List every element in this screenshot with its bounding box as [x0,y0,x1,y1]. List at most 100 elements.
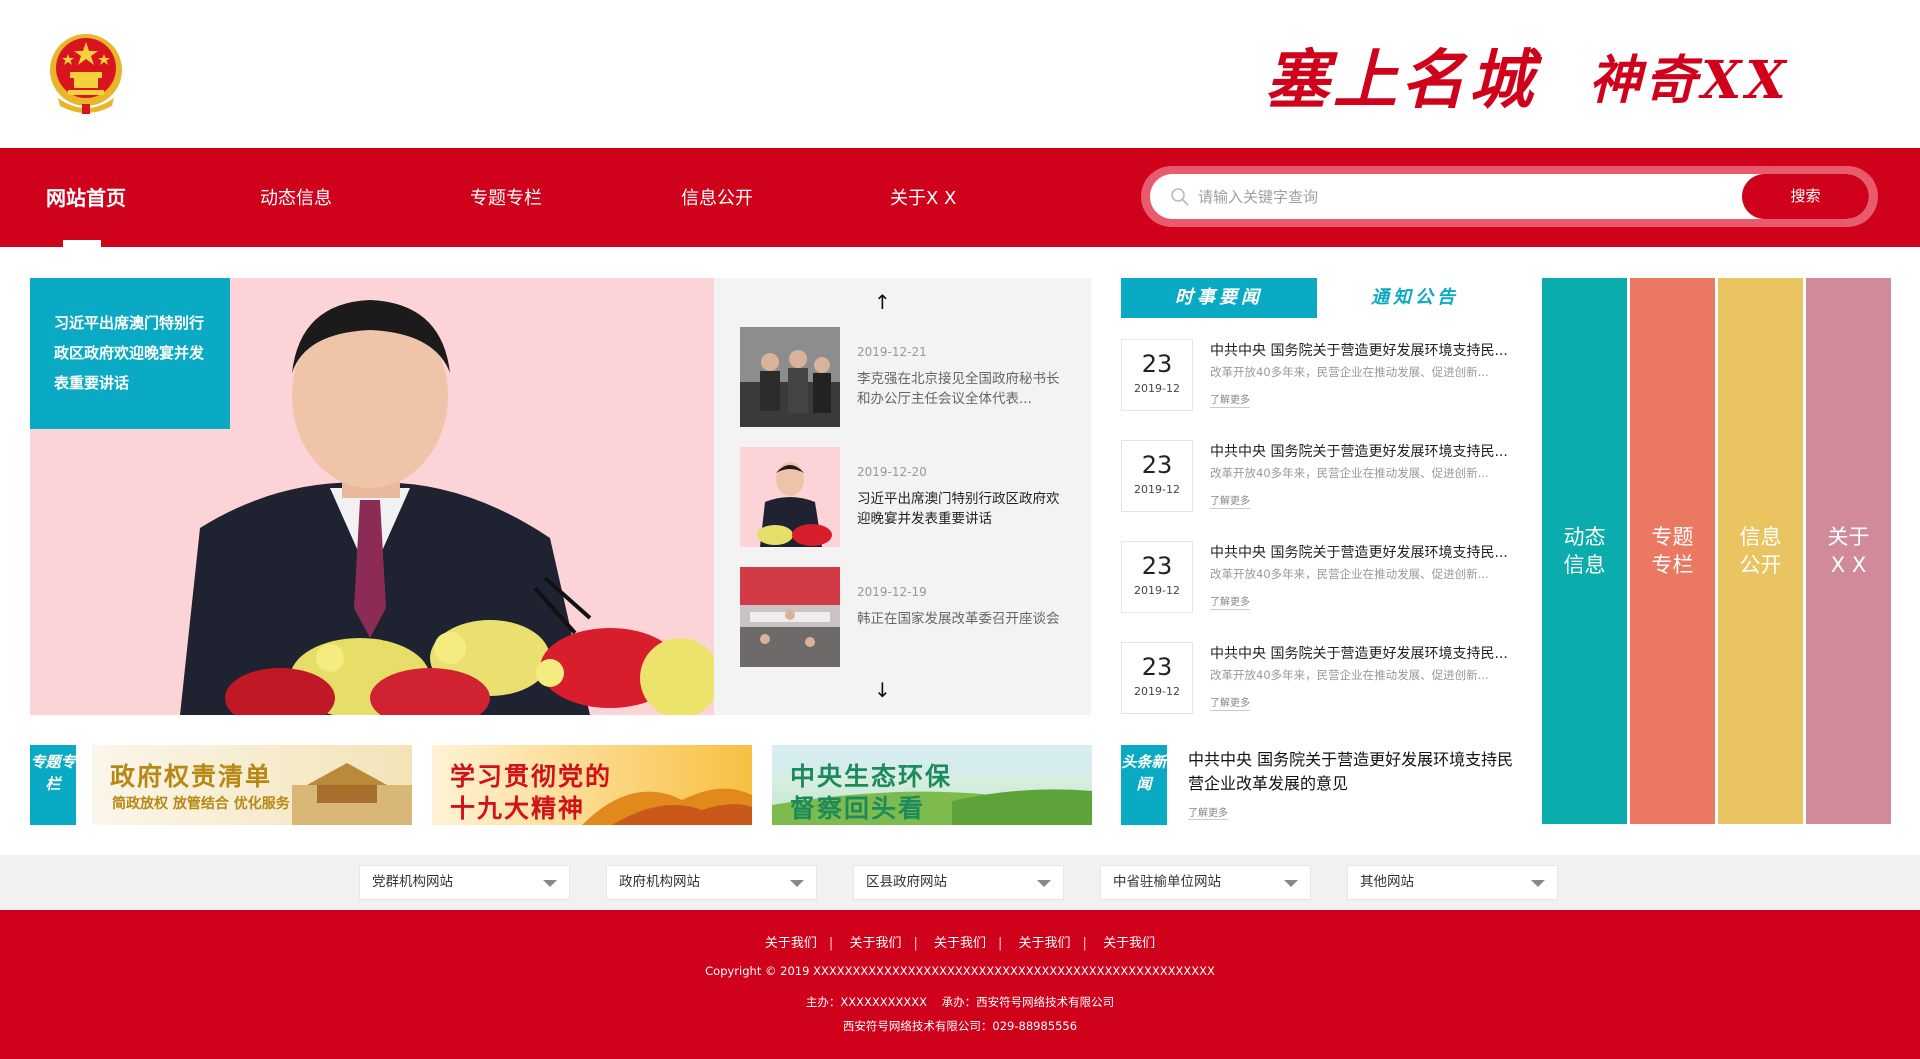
news-year-month: 2019-12 [1134,584,1180,597]
column-line1: 专题 [1651,525,1694,549]
news-item[interactable]: 23 2019-12 中共中央 国务院关于营造更好发展环境支持民... 改革开放… [1121,339,1521,411]
related-sites-bar: 党群机构网站 政府机构网站 区县政府网站 中省驻榆单位网站 其他网站 [0,855,1920,910]
main-navbar: 网站首页 动态信息 专题专栏 信息公开 关于X X 搜索 [0,148,1920,247]
news-date: 23 2019-12 [1121,642,1193,714]
column-label: 信息 公开 [1740,523,1782,579]
tab-current-affairs[interactable]: 时事要闻 [1121,278,1317,318]
footer-link-about[interactable]: 关于我们 [765,936,817,951]
footer-link-about[interactable]: 关于我们 [934,936,986,951]
headline-title[interactable]: 中共中央 国务院关于营造更好发展环境支持民营企业改革发展的意见 [1188,748,1518,796]
search-button[interactable]: 搜索 [1742,174,1869,219]
nav-active-indicator [63,240,101,247]
news-title[interactable]: 中共中央 国务院关于营造更好发展环境支持民... [1210,340,1510,360]
site-select-district[interactable]: 区县政府网站 [853,865,1064,900]
footer-contact: 西安符号网络技术有限公司：029-88985556 [842,1019,1078,1033]
news-summary: 改革开放40多年来，民营企业在推动发展、促进创新... [1210,668,1489,682]
read-more-link[interactable]: 了解更多 [1210,492,1250,509]
special-topics-label: 专题专栏 [30,745,76,825]
search-box: 搜索 [1150,174,1869,219]
national-emblem-icon [50,34,122,114]
column-special-topics[interactable]: 专题 专栏 [1630,278,1715,824]
slider-item[interactable]: 2019-12-21 李克强在北京接见全国政府秘书长和办公厅主任会议全体代表..… [740,327,1080,427]
news-item[interactable]: 23 2019-12 中共中央 国务院关于营造更好发展环境支持民... 改革开放… [1121,642,1521,714]
footer-separator: | [998,936,1003,951]
footer-link-about[interactable]: 关于我们 [1019,936,1071,951]
news-title[interactable]: 中共中央 国务院关于营造更好发展环境支持民... [1210,643,1510,663]
nav-dynamic-info[interactable]: 动态信息 [260,184,332,210]
slogan-part1: 塞上名城 [1265,43,1537,118]
news-item[interactable]: 23 2019-12 中共中央 国务院关于营造更好发展环境支持民... 改革开放… [1121,440,1521,512]
footer-link-about[interactable]: 关于我们 [849,936,901,951]
slogan: 塞上名城 神奇XX [1265,30,1790,120]
banner-subtitle: 督察回头看 [790,794,926,823]
news-item[interactable]: 23 2019-12 中共中央 国务院关于营造更好发展环境支持民... 改革开放… [1121,541,1521,613]
footer-separator: | [913,936,918,951]
footer-separator: | [1082,936,1087,951]
tab-notices[interactable]: 通知公告 [1317,278,1513,318]
hero-image[interactable]: 习近平出席澳门特别行政区政府欢迎晚宴并发表重要讲话 [30,278,714,715]
hero-caption[interactable]: 习近平出席澳门特别行政区政府欢迎晚宴并发表重要讲话 [30,278,230,429]
column-info-disclosure[interactable]: 信息 公开 [1718,278,1803,824]
caret-down-icon [543,880,557,887]
select-label: 中省驻榆单位网站 [1113,874,1221,890]
slider-title[interactable]: 韩正在国家发展改革委召开座谈会 [857,609,1067,629]
arrow-down-icon[interactable]: ↓ [874,678,891,702]
footer-host-info: 主办：XXXXXXXXXXX 承办：西安符号网络技术有限公司 [805,995,1115,1009]
news-summary: 改革开放40多年来，民营企业在推动发展、促进创新... [1210,466,1489,480]
footer-links: 关于我们 | 关于我们 | 关于我们 | 关于我们 | 关于我们 [0,932,1920,951]
banner-title: 中央生态环保 [790,762,953,791]
footer-link-about[interactable]: 关于我们 [1103,936,1155,951]
banner-title: 学习贯彻党的 [450,762,613,791]
arrow-up-icon[interactable]: ↑ [874,290,891,314]
slider-item[interactable]: 2019-12-19 韩正在国家发展改革委召开座谈会 [740,567,1080,667]
nav-about[interactable]: 关于X X [890,184,956,210]
footer-separator: | [828,936,834,951]
select-label: 其他网站 [1360,874,1414,890]
banner-party-congress[interactable]: 学习贯彻党的 十九大精神 [432,745,752,825]
site-select-party[interactable]: 党群机构网站 [359,865,570,900]
slider-item[interactable]: 2019-12-20 习近平出席澳门特别行政区政府欢迎晚宴并发表重要讲话 [740,447,1080,547]
site-select-provincial-units[interactable]: 中省驻榆单位网站 [1100,865,1311,900]
news-year-month: 2019-12 [1134,685,1180,698]
search-bar: 搜索 [1141,166,1878,227]
news-title[interactable]: 中共中央 国务院关于营造更好发展环境支持民... [1210,441,1510,461]
slider-date: 2019-12-19 [857,585,927,599]
site-select-other[interactable]: 其他网站 [1347,865,1558,900]
slider-date: 2019-12-21 [857,345,927,359]
slider-title[interactable]: 习近平出席澳门特别行政区政府欢迎晚宴并发表重要讲话 [857,489,1067,529]
column-about[interactable]: 关于 X X [1806,278,1891,824]
nav-special-topics[interactable]: 专题专栏 [470,184,542,210]
news-summary: 改革开放40多年来，民营企业在推动发展、促进创新... [1210,365,1489,379]
slider-date: 2019-12-20 [857,465,927,479]
column-line1: 关于 [1827,525,1870,549]
news-year-month: 2019-12 [1134,483,1180,496]
column-line2: 信息 [1563,553,1606,577]
banner-gov-responsibility[interactable]: 政府权责清单 简政放权 放管结合 优化服务 [92,745,412,825]
caret-down-icon [1037,880,1051,887]
slider-title[interactable]: 李克强在北京接见全国政府秘书长和办公厅主任会议全体代表... [857,369,1067,409]
headline-read-more-link[interactable]: 了解更多 [1188,804,1228,820]
read-more-link[interactable]: 了解更多 [1210,593,1250,610]
news-date: 23 2019-12 [1121,440,1193,512]
headline-news-label: 头条新闻 [1121,745,1167,825]
read-more-link[interactable]: 了解更多 [1210,694,1250,711]
nav-info-disclosure[interactable]: 信息公开 [681,184,753,210]
news-date: 23 2019-12 [1121,541,1193,613]
caret-down-icon [1284,880,1298,887]
banner-eco-inspection[interactable]: 中央生态环保 督察回头看 [772,745,1092,825]
site-select-government[interactable]: 政府机构网站 [606,865,817,900]
search-input[interactable] [1198,174,1738,219]
read-more-link[interactable]: 了解更多 [1210,391,1250,408]
news-title[interactable]: 中共中央 国务院关于营造更好发展环境支持民... [1210,542,1510,562]
column-line2: 专栏 [1651,553,1694,577]
news-year-month: 2019-12 [1134,382,1180,395]
footer-copyright: Copyright © 2019 XXXXXXXXXXXXXXXXXXXXXXX… [705,964,1215,978]
news-day: 23 [1141,653,1173,681]
caret-down-icon [1531,880,1545,887]
banner-title: 政府权责清单 [110,762,273,791]
news-slider: ↑ 2019-12-21 李克强在北京接见全国政府秘书长和办公厅主任会议全体代表… [714,278,1091,715]
select-label: 党群机构网站 [372,874,453,890]
column-dynamic-info[interactable]: 动态 信息 [1542,278,1627,824]
nav-home[interactable]: 网站首页 [46,182,126,211]
column-label: 专题 专栏 [1652,523,1694,579]
